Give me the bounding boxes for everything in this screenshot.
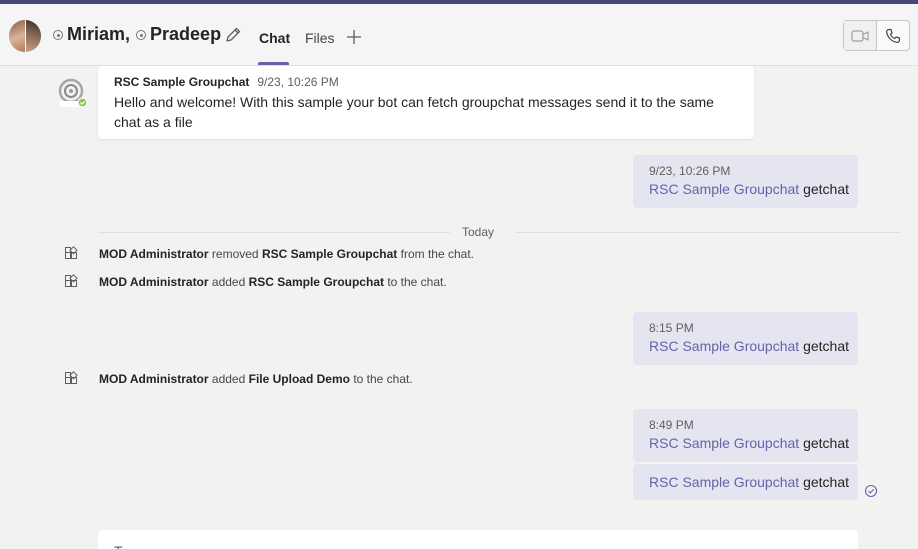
video-camera-icon <box>851 29 869 42</box>
mention-link[interactable]: RSC Sample Groupchat <box>649 181 799 197</box>
event-actor: MOD Administrator <box>99 274 209 289</box>
app-roster-icon <box>65 371 78 384</box>
event-target: RSC Sample Groupchat <box>248 274 384 289</box>
event-target: RSC Sample Groupchat <box>261 246 398 261</box>
call-buttons <box>843 20 910 51</box>
plus-icon[interactable] <box>345 28 363 46</box>
video-call-button[interactable] <box>844 21 877 50</box>
tab-files[interactable]: Files <box>305 30 335 46</box>
event-suffix: to the chat. <box>387 274 447 289</box>
message-author: RSC Sample Groupchat <box>114 75 250 89</box>
seen-check-icon <box>864 484 878 498</box>
message-timestamp: 8:15 PM <box>649 321 694 335</box>
event-suffix: from the chat. <box>400 246 475 261</box>
pencil-icon[interactable] <box>224 26 242 44</box>
sent-message[interactable]: 8:49 PM RSC Sample Groupchat getchat <box>633 409 858 462</box>
tab-chat[interactable]: Chat <box>259 30 290 46</box>
message-text: Hello and welcome! With this sample your… <box>114 94 714 130</box>
event-verb: removed <box>211 246 259 261</box>
avatar-miriam <box>9 20 25 52</box>
message-text: RSC Sample Groupchat getchat <box>649 338 849 354</box>
phone-icon <box>885 28 900 43</box>
message-text: RSC Sample Groupchat getchat <box>649 474 849 490</box>
message-body: getchat <box>803 474 850 490</box>
message-timestamp: 9/23, 10:26 PM <box>649 164 731 178</box>
incoming-message[interactable]: RSC Sample Groupchat 9/23, 10:26 PM Hello… <box>98 66 754 139</box>
active-tab-indicator <box>258 62 289 65</box>
chat-header: Miriam, Pradeep Chat Files <box>0 4 918 66</box>
sent-message[interactable]: 9/23, 10:26 PM RSC Sample Groupchat getc… <box>633 155 858 208</box>
composer-text: T <box>114 543 123 549</box>
system-event: MOD Administrator added File Upload Demo… <box>64 371 413 386</box>
system-event: MOD Administrator added RSC Sample Group… <box>64 274 447 289</box>
bot-avatar[interactable] <box>58 78 88 108</box>
date-divider-label: Today <box>462 225 495 239</box>
chat-title[interactable]: Miriam, Pradeep <box>53 24 221 45</box>
avatar-pradeep <box>25 20 41 52</box>
message-meta: RSC Sample Groupchat 9/23, 10:26 PM <box>114 75 738 89</box>
mention-link[interactable]: RSC Sample Groupchat <box>649 338 799 354</box>
message-timestamp: 9/23, 10:26 PM <box>257 75 339 89</box>
sent-message[interactable]: RSC Sample Groupchat getchat <box>633 464 858 500</box>
event-verb: added <box>211 274 246 289</box>
participant-name: Miriam, <box>67 24 131 44</box>
mention-link[interactable]: RSC Sample Groupchat <box>649 474 799 490</box>
system-event: MOD Administrator removed RSC Sample Gro… <box>64 246 474 261</box>
app-roster-icon <box>65 246 78 259</box>
event-suffix: to the chat. <box>353 371 413 386</box>
event-actor: MOD Administrator <box>99 246 209 261</box>
app-roster-icon <box>65 274 78 287</box>
presence-offline-icon <box>53 30 63 41</box>
mention-link[interactable]: RSC Sample Groupchat <box>649 435 799 451</box>
message-text: RSC Sample Groupchat getchat <box>649 181 849 197</box>
message-composer[interactable]: T <box>98 530 858 549</box>
sent-message[interactable]: 8:15 PM RSC Sample Groupchat getchat <box>633 312 858 365</box>
event-verb: added <box>211 371 246 386</box>
message-timestamp: 8:49 PM <box>649 418 694 432</box>
date-divider <box>98 232 900 233</box>
participant-name: Pradeep <box>150 24 222 44</box>
event-target: File Upload Demo <box>248 371 350 386</box>
event-actor: MOD Administrator <box>99 371 209 386</box>
message-body: getchat <box>803 181 850 197</box>
audio-call-button[interactable] <box>877 21 910 50</box>
message-body: getchat <box>803 435 850 451</box>
presence-offline-icon <box>136 30 147 41</box>
group-avatar[interactable] <box>9 20 41 52</box>
message-text: RSC Sample Groupchat getchat <box>649 435 849 451</box>
message-body: getchat <box>803 338 850 354</box>
